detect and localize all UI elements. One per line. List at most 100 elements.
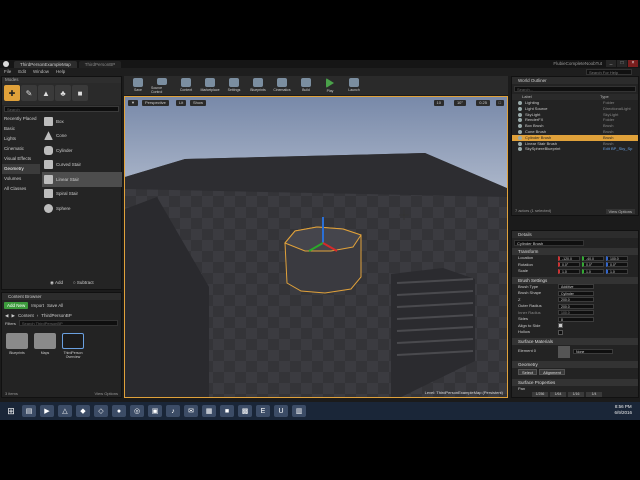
surface-materials-section[interactable]: Surface Materials <box>512 337 638 345</box>
visibility-icon[interactable] <box>518 124 522 129</box>
blueprints-button[interactable]: Blueprints <box>247 78 269 94</box>
shape-item[interactable]: Box <box>42 114 122 129</box>
menu-window[interactable]: Window <box>33 68 49 76</box>
shape-item[interactable]: Cylinder <box>42 143 122 158</box>
geometry-mode-icon[interactable]: ■ <box>72 85 88 101</box>
play-button[interactable]: Play <box>319 78 341 94</box>
unreal-editor-icon[interactable]: U <box>274 405 288 417</box>
category-item[interactable]: Recently Placed <box>2 114 40 124</box>
visibility-icon[interactable] <box>518 129 522 134</box>
visibility-icon[interactable] <box>518 112 522 117</box>
app-icon[interactable]: ✉ <box>184 405 198 417</box>
settings-button[interactable]: Settings <box>223 78 245 94</box>
hollow-checkbox[interactable] <box>558 329 563 335</box>
source-control-button[interactable]: Source Control <box>151 78 173 94</box>
add-radio[interactable]: ◉ Add <box>50 280 63 286</box>
windows-start-icon[interactable]: ⊞ <box>4 405 18 417</box>
actor-name-field[interactable]: Cylinder Brush <box>514 240 584 246</box>
subtract-radio[interactable]: ○ Subtract <box>73 280 94 286</box>
save-button[interactable]: Save <box>127 78 149 94</box>
surface-properties-section[interactable]: Surface Properties <box>512 378 638 386</box>
close-button[interactable]: × <box>628 60 638 67</box>
build-button[interactable]: Build <box>295 78 317 94</box>
shape-item[interactable]: Sphere <box>42 201 122 216</box>
app-icon[interactable]: ◇ <box>94 405 108 417</box>
material-dropdown[interactable]: None <box>573 349 613 354</box>
outliner-search-input[interactable]: Search... <box>514 86 636 92</box>
rotation-x-field[interactable]: 0.0° <box>558 262 580 268</box>
app-icon[interactable]: ▦ <box>202 405 216 417</box>
app-icon[interactable]: ● <box>112 405 126 417</box>
location-x-field[interactable]: -120.0 <box>558 255 580 261</box>
category-item[interactable]: Volumes <box>2 174 40 184</box>
app-icon[interactable]: ◎ <box>130 405 144 417</box>
visibility-icon[interactable] <box>518 135 522 140</box>
folder-blueprints[interactable]: Blueprints <box>6 333 28 359</box>
folder-maps[interactable]: Maps <box>34 333 56 359</box>
snap-grid-button[interactable]: 10 <box>433 100 444 106</box>
search-help-input[interactable]: Search For Help <box>586 69 632 75</box>
app-icon[interactable]: ■ <box>220 405 234 417</box>
location-y-field[interactable]: -40.0 <box>582 255 604 261</box>
app-icon[interactable]: ▥ <box>292 405 306 417</box>
visibility-icon[interactable] <box>518 106 522 111</box>
outer-radius-field[interactable]: 200.0 <box>558 303 594 309</box>
viewport-options-button[interactable]: ▼ <box>128 100 138 106</box>
content-button[interactable]: Content <box>175 78 197 94</box>
shape-item[interactable]: Cone <box>42 129 122 144</box>
scale-z-field[interactable]: 1.0 <box>606 268 628 274</box>
app-icon[interactable]: ◆ <box>76 405 90 417</box>
minimize-button[interactable]: _ <box>606 60 616 67</box>
menu-edit[interactable]: Edit <box>18 68 26 76</box>
maximize-button[interactable]: □ <box>617 60 627 67</box>
save-all-button[interactable]: Save All <box>47 302 63 309</box>
asset-thirdperson-overview[interactable]: ThirdPerson Overview <box>62 333 84 359</box>
back-icon[interactable]: ◀ <box>5 312 8 318</box>
menu-help[interactable]: Help <box>56 68 65 76</box>
geometry-section[interactable]: Geometry <box>512 360 638 368</box>
media-player-icon[interactable]: ▶ <box>40 405 54 417</box>
brush-settings-section[interactable]: Brush Settings <box>512 276 638 284</box>
paint-mode-icon[interactable]: ✎ <box>21 85 37 101</box>
modes-search-input[interactable]: Search <box>4 106 119 112</box>
visibility-icon[interactable] <box>518 101 522 105</box>
system-clock[interactable]: 8:56 PM 6/9/2016 <box>614 404 632 416</box>
transform-section[interactable]: Transform <box>512 248 638 255</box>
filters-button[interactable]: Filters <box>5 320 16 326</box>
brush-shape-dropdown[interactable]: Cylinder <box>558 290 594 296</box>
blueprint-tab[interactable]: ThirdPersonBP <box>78 61 122 68</box>
category-item[interactable]: Basic <box>2 124 40 134</box>
scale-x-field[interactable]: 1.0 <box>558 268 580 274</box>
content-search-input[interactable]: Search ThirdPersonBP <box>18 320 118 326</box>
vlc-icon[interactable]: △ <box>58 405 72 417</box>
app-icon[interactable]: ♪ <box>166 405 180 417</box>
visibility-icon[interactable] <box>518 147 522 152</box>
landscape-mode-icon[interactable]: ▲ <box>38 85 54 101</box>
launch-button[interactable]: Launch <box>343 78 365 94</box>
rotation-y-field[interactable]: 0.0° <box>582 262 604 268</box>
pan-button[interactable]: 1/256 <box>532 392 548 397</box>
cinematics-button[interactable]: Cinematics <box>271 78 293 94</box>
sides-field[interactable]: 8 <box>558 316 594 322</box>
select-button[interactable]: Select <box>518 369 538 375</box>
snap-rotation-button[interactable]: 10° <box>453 100 466 106</box>
category-item[interactable]: Cinematic <box>2 144 40 154</box>
level-viewport[interactable]: ▼ Perspective Lit Show 10 10° 0.25 □ Lev… <box>124 96 508 398</box>
content-view-options-button[interactable]: View Options <box>95 391 119 396</box>
level-tab[interactable]: ThirdPersonExampleMap <box>14 61 77 68</box>
maximize-viewport-icon[interactable]: □ <box>495 100 504 106</box>
lit-button[interactable]: Lit <box>176 100 187 106</box>
visibility-icon[interactable] <box>518 118 522 123</box>
pan-button[interactable]: 1/4 <box>586 392 602 397</box>
pan-button[interactable]: 1/64 <box>550 392 566 397</box>
pan-button[interactable]: 1/16 <box>568 392 584 397</box>
shape-item[interactable]: Curved Stair <box>42 158 122 173</box>
outliner-view-options-button[interactable]: View Options <box>605 209 635 214</box>
app-icon[interactable]: ▩ <box>238 405 252 417</box>
outliner-row[interactable]: SkySphereBlueprint Edit BP_Sky_Sp <box>512 146 638 152</box>
shape-item-selected[interactable]: Linear Stair <box>42 172 122 187</box>
visibility-icon[interactable] <box>518 141 522 146</box>
brush-type-dropdown[interactable]: Additive <box>558 284 594 290</box>
snap-scale-button[interactable]: 0.25 <box>476 100 490 106</box>
show-button[interactable]: Show <box>190 100 207 106</box>
